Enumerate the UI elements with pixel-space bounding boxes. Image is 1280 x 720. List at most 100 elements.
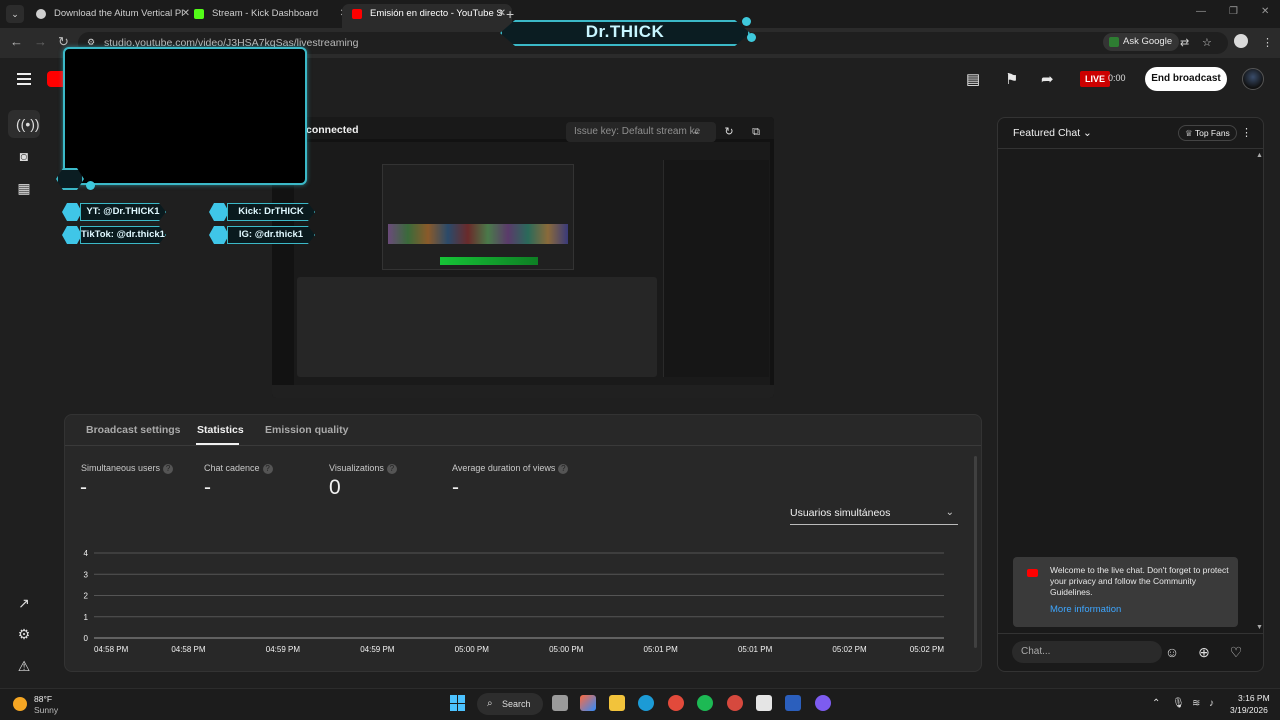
chevron-down-icon[interactable]: ⌄ xyxy=(692,122,700,142)
browser-profile-avatar[interactable] xyxy=(1234,34,1248,48)
y-tick-label: 3 xyxy=(84,570,89,579)
preview-green-banner xyxy=(440,257,538,265)
channel-avatar[interactable] xyxy=(1242,68,1264,90)
help-icon[interactable]: ? xyxy=(262,463,273,474)
tab-search-button[interactable]: ⌄ xyxy=(6,5,24,23)
metric-value-visualizations: 0 xyxy=(329,476,341,499)
bookmark-star-icon[interactable]: ☆ xyxy=(1202,36,1212,49)
weather-sun-icon[interactable] xyxy=(13,697,27,711)
help-icon[interactable]: ? xyxy=(558,463,569,474)
back-icon[interactable]: ← xyxy=(10,34,23,49)
restore-icon[interactable]: ❐ xyxy=(1229,6,1238,17)
metric-label-average-duration: Average duration of views? xyxy=(452,463,569,474)
browser-tab-kick[interactable]: Stream - Kick Dashboard ✕ xyxy=(184,4,354,28)
feedback-icon[interactable]: ⚠ xyxy=(16,658,32,674)
metric-label-visualizations: Visualizations? xyxy=(329,463,397,474)
tab-broadcast-settings[interactable]: Broadcast settings xyxy=(86,424,181,436)
word-icon[interactable] xyxy=(785,695,801,711)
share-icon[interactable]: ➦ xyxy=(1041,70,1054,88)
x-tick-label: 05:02 PM xyxy=(910,645,945,654)
tab-title: Download the Aitum Vertical Pl xyxy=(54,8,184,19)
tab-divider xyxy=(65,445,981,446)
settings-gear-icon[interactable]: ⚙ xyxy=(16,626,32,642)
forward-icon[interactable]: → xyxy=(34,34,47,49)
new-tab-button[interactable]: + xyxy=(506,6,514,22)
chat-header-divider xyxy=(998,148,1263,149)
weather-condition[interactable]: Sunny xyxy=(34,705,58,715)
kick-favicon-icon xyxy=(194,9,204,19)
translate-icon[interactable]: ⇄ xyxy=(1180,36,1189,49)
task-view-icon[interactable] xyxy=(552,695,568,711)
google-lens-icon xyxy=(1109,37,1119,47)
weather-temperature[interactable]: 88°F xyxy=(34,694,52,704)
search-icon: ⌕ xyxy=(487,698,493,709)
x-tick-label: 04:58 PM xyxy=(94,645,129,654)
clapperboard-icon[interactable]: ▤ xyxy=(966,70,980,88)
camera-icon[interactable]: ◙ xyxy=(16,148,32,164)
scroll-down-arrow-icon[interactable]: ▼ xyxy=(1256,624,1263,631)
ask-google-button[interactable]: Ask Google xyxy=(1103,33,1180,51)
emoji-icon[interactable]: ☺ xyxy=(1163,643,1181,661)
top-fans-button[interactable]: ♕ Top Fans xyxy=(1178,125,1237,141)
social-tiktok: TikTok: @dr.thick1 xyxy=(80,226,166,244)
edge-icon[interactable] xyxy=(638,695,654,711)
crown-icon: ♕ xyxy=(1185,128,1193,138)
taskbar-search[interactable]: ⌕ Search xyxy=(477,693,543,715)
live-badge: LIVE xyxy=(1080,71,1111,87)
aitum-favicon-icon xyxy=(36,9,46,19)
window-close-icon[interactable]: ✕ xyxy=(1261,6,1269,17)
social-kick: Kick: DrTHICK xyxy=(227,203,315,221)
discord-icon[interactable] xyxy=(815,695,831,711)
help-icon[interactable]: ? xyxy=(386,463,397,474)
bookmark-icon[interactable]: ⚑ xyxy=(1005,70,1018,88)
chevron-down-icon: ⌄ xyxy=(1083,127,1092,139)
add-icon[interactable]: ⊕ xyxy=(1195,643,1213,661)
chrome-icon[interactable] xyxy=(668,695,684,711)
end-broadcast-button[interactable]: End broadcast xyxy=(1145,67,1227,91)
x-tick-label: 05:02 PM xyxy=(832,645,867,654)
heart-icon[interactable]: ♡ xyxy=(1227,643,1245,661)
start-button[interactable] xyxy=(450,695,466,711)
clock-date[interactable]: 3/19/2026 xyxy=(1230,705,1268,715)
file-explorer-icon[interactable] xyxy=(609,695,625,711)
external-link-icon[interactable]: ↗ xyxy=(16,595,32,611)
volume-icon[interactable]: ♪ xyxy=(1209,698,1214,709)
hamburger-menu-icon[interactable] xyxy=(17,73,31,85)
stats-scrollbar[interactable] xyxy=(974,456,977,648)
wifi-icon[interactable]: ≋ xyxy=(1192,698,1200,709)
more-information-link[interactable]: More information xyxy=(1050,604,1121,615)
tab-statistics[interactable]: Statistics xyxy=(197,424,244,436)
scroll-up-arrow-icon[interactable]: ▲ xyxy=(1256,152,1263,159)
x-tick-label: 05:01 PM xyxy=(738,645,773,654)
live-stream-icon[interactable]: ((•)) xyxy=(16,116,40,132)
show-hidden-icons-icon[interactable]: ⌃ xyxy=(1152,698,1160,709)
minimize-icon[interactable]: — xyxy=(1196,6,1206,17)
close-tab-icon[interactable]: ✕ xyxy=(498,4,506,24)
preview-nested-stats xyxy=(297,277,657,377)
browser-menu-icon[interactable]: ⋮ xyxy=(1262,36,1273,49)
copy-icon[interactable]: ⧉ xyxy=(748,124,764,140)
browser-tab-youtube[interactable]: Emisión en directo - YouTube S ✕ xyxy=(342,4,512,28)
metric-label-simultaneous-users: Simultaneous users? xyxy=(81,463,174,474)
chat-input[interactable]: Chat... xyxy=(1012,641,1162,663)
chrome-profile-icon[interactable] xyxy=(727,695,743,711)
chat-mode-select[interactable]: Featured Chat ⌄ xyxy=(1013,127,1092,139)
clock-time[interactable]: 3:16 PM xyxy=(1238,693,1270,703)
browser-tab-aitum[interactable]: Download the Aitum Vertical Pl ✕ xyxy=(26,4,196,28)
overlay-node-icon xyxy=(86,181,95,190)
refresh-icon[interactable]: ↻ xyxy=(721,124,737,140)
tab-emission-quality[interactable]: Emission quality xyxy=(265,424,348,436)
help-icon[interactable]: ? xyxy=(163,463,174,474)
spotify-icon[interactable] xyxy=(697,695,713,711)
chat-more-options-icon[interactable]: ⋮ xyxy=(1241,126,1252,139)
calendar-icon[interactable]: ▦ xyxy=(16,180,32,196)
metric-select-dropdown[interactable]: Usuarios simultáneos ⌄ xyxy=(790,505,958,525)
copilot-icon[interactable] xyxy=(580,695,596,711)
metric-value-simultaneous-users: - xyxy=(80,476,87,499)
overlay-title: Dr.THICK xyxy=(585,22,665,41)
microphone-icon[interactable]: 🎙 xyxy=(1172,698,1185,709)
live-timer: 0:00 xyxy=(1108,73,1126,83)
youtube-favicon-icon xyxy=(352,9,362,19)
store-icon[interactable] xyxy=(756,695,772,711)
webcam-frame xyxy=(63,47,307,185)
